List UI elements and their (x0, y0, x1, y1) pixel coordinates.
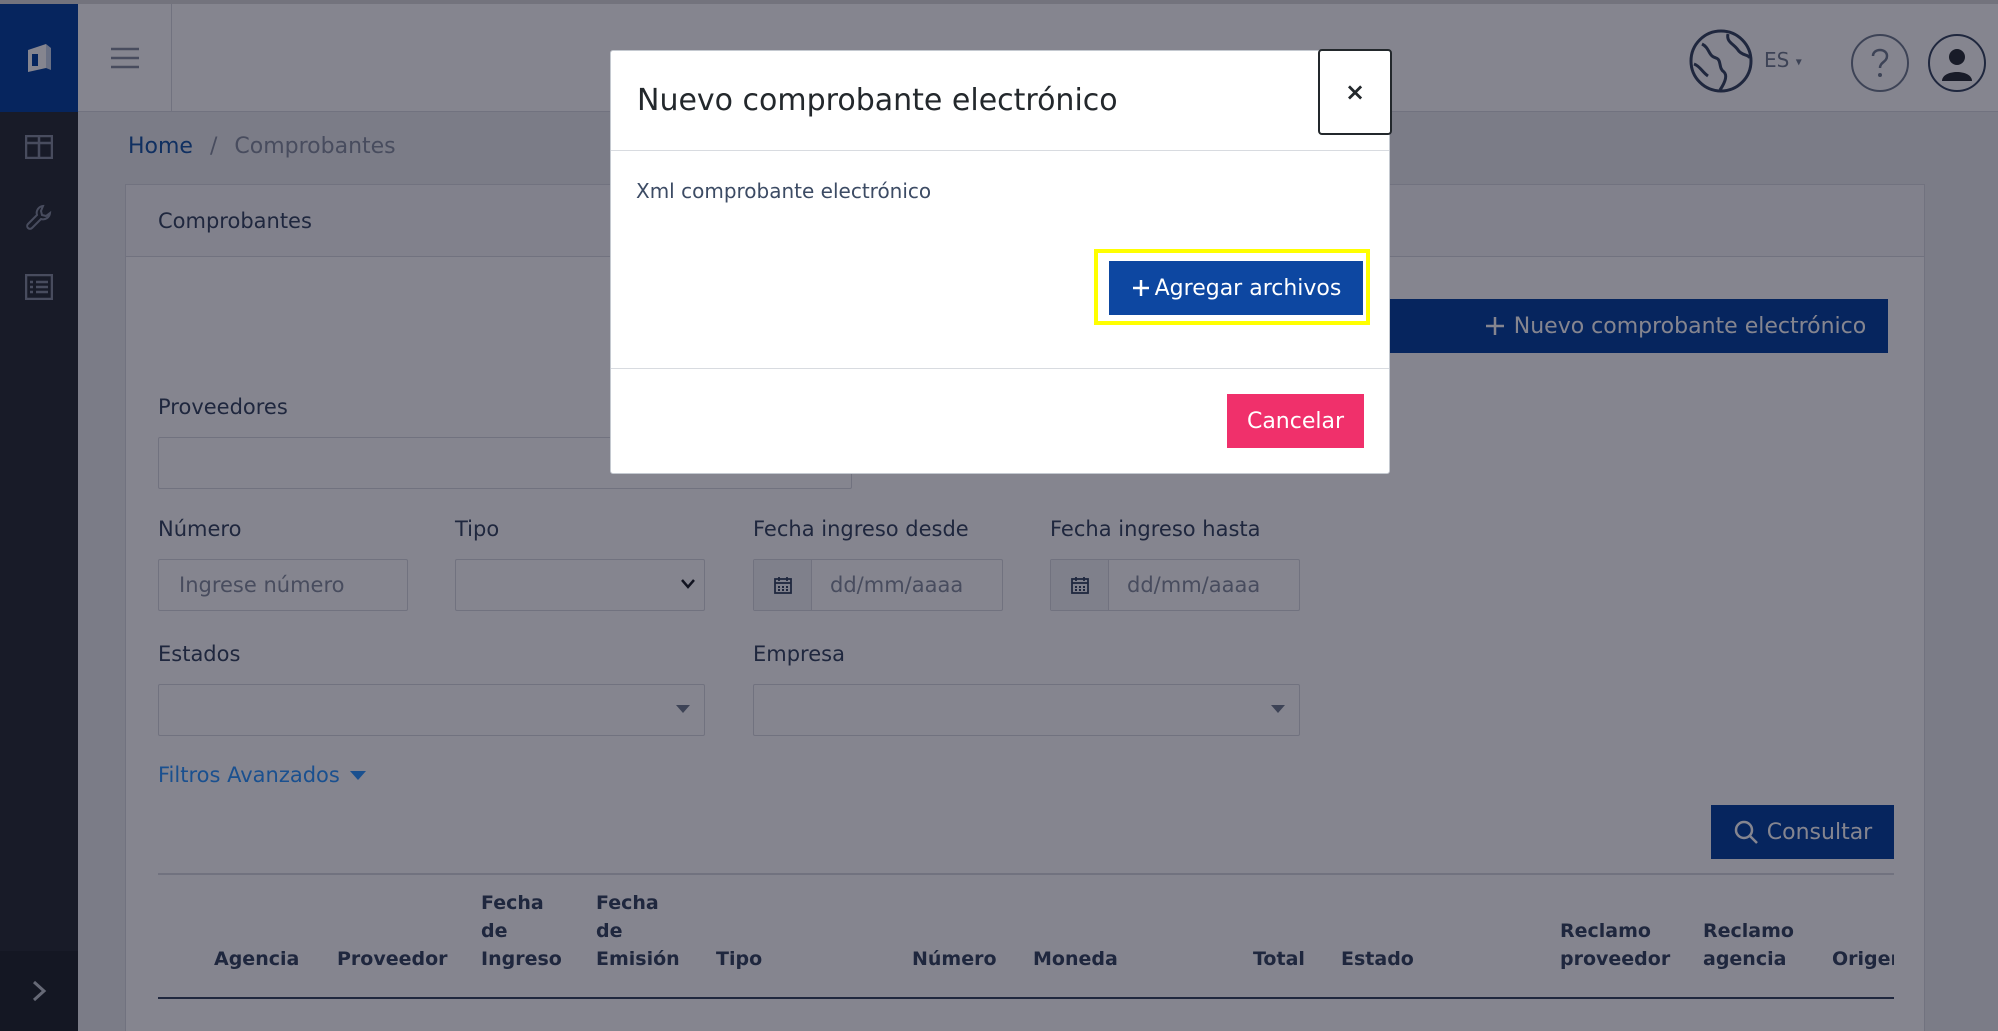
modal-footer: Cancelar (611, 369, 1389, 473)
modal-title: Nuevo comprobante electrónico (637, 83, 1118, 118)
close-icon: × (1344, 78, 1366, 106)
xml-label: Xml comprobante electrónico (636, 179, 932, 203)
cancel-button[interactable]: Cancelar (1227, 394, 1364, 448)
cancel-label: Cancelar (1246, 408, 1345, 434)
modal-header: Nuevo comprobante electrónico × (611, 49, 1392, 151)
modal-body: Xml comprobante electrónico Agregar arch… (611, 151, 1389, 369)
modal-close-button[interactable]: × (1318, 49, 1392, 135)
add-files-button[interactable]: Agregar archivos (1109, 261, 1363, 315)
add-files-label: Agregar archivos (1154, 275, 1342, 301)
plus-icon (1132, 280, 1149, 296)
nuevo-comprobante-modal: Nuevo comprobante electrónico × Xml comp… (610, 49, 1392, 474)
